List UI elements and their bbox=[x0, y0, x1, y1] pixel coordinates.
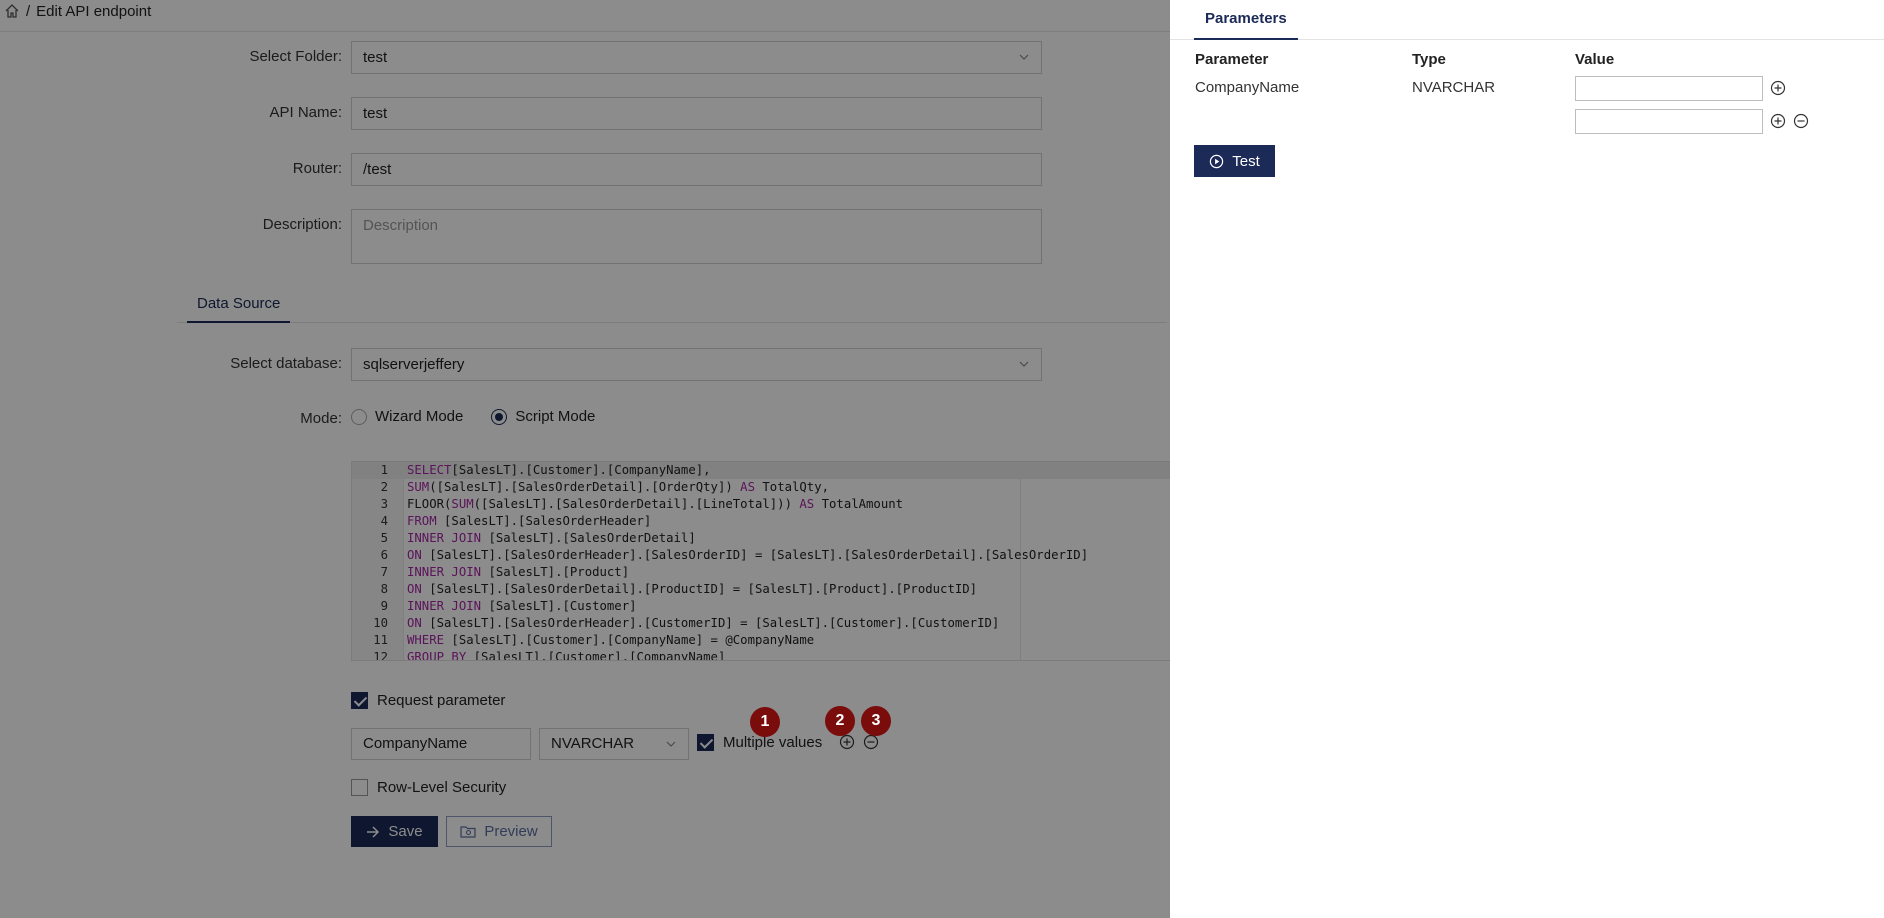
test-button[interactable]: Test bbox=[1194, 145, 1275, 177]
callout-badge: 1 bbox=[750, 707, 780, 737]
column-header-value: Value bbox=[1575, 51, 1615, 68]
add-value-icon[interactable] bbox=[1770, 80, 1786, 96]
parameter-type-cell: NVARCHAR bbox=[1412, 79, 1496, 96]
play-circle-icon bbox=[1210, 154, 1224, 168]
callout-badge: 3 bbox=[861, 706, 891, 736]
column-header-type: Type bbox=[1412, 51, 1446, 68]
remove-value-icon[interactable] bbox=[1793, 113, 1809, 129]
parameter-name-cell: CompanyName bbox=[1195, 79, 1300, 96]
test-button-label: Test bbox=[1232, 152, 1260, 170]
column-header-parameter: Parameter bbox=[1195, 51, 1269, 68]
parameters-drawer: Parameters Parameter Type Value CompanyN… bbox=[1170, 0, 1884, 918]
modal-backdrop[interactable] bbox=[0, 0, 1170, 918]
value-input[interactable] bbox=[1575, 109, 1763, 134]
callout-badge: 2 bbox=[825, 706, 855, 736]
add-value-icon[interactable] bbox=[1770, 113, 1786, 129]
value-input[interactable] bbox=[1575, 76, 1763, 101]
drawer-tabbar: Parameters bbox=[1170, 0, 1884, 40]
tab-parameters[interactable]: Parameters bbox=[1194, 10, 1298, 40]
